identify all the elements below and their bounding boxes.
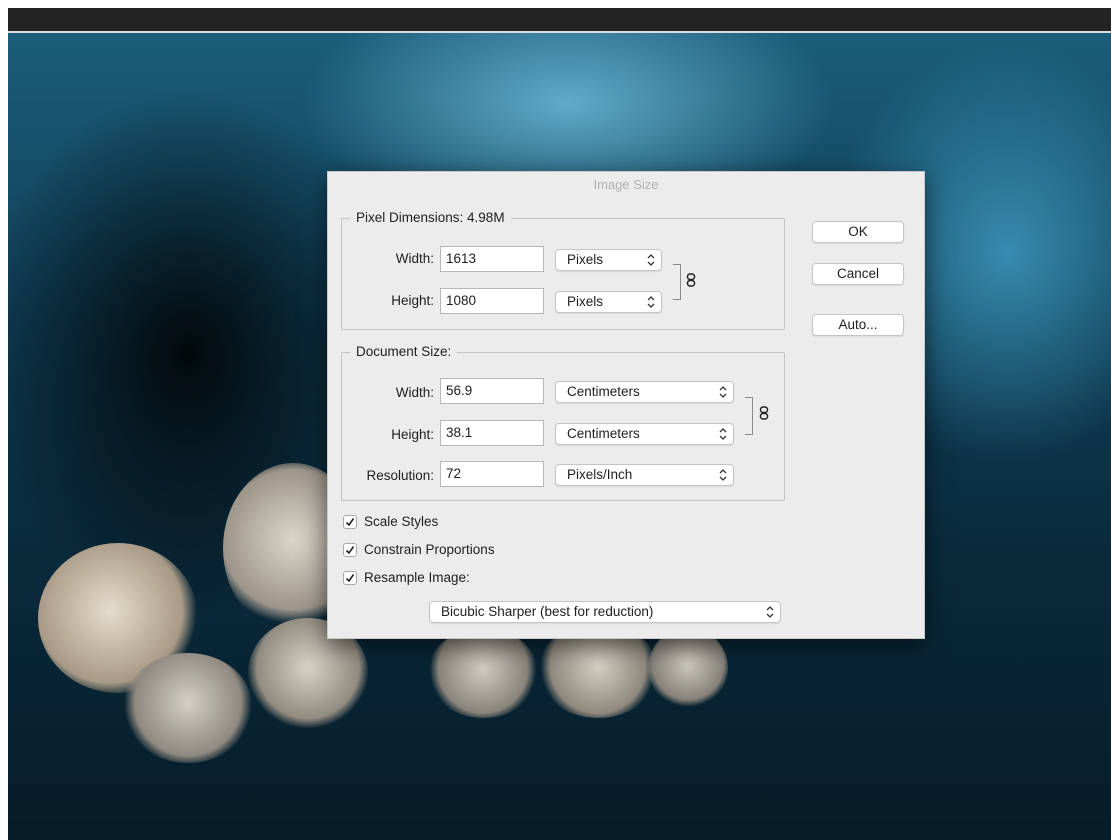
up-down-chevron-icon xyxy=(647,296,655,308)
up-down-chevron-icon xyxy=(719,428,727,440)
scale-styles-checkbox[interactable] xyxy=(343,515,357,529)
doc-height-input[interactable]: 38.1 xyxy=(440,420,544,446)
pixel-dimensions-legend: Pixel Dimensions: 4.98M xyxy=(350,210,511,225)
checkmark-icon xyxy=(345,518,355,527)
fish-shape xyxy=(123,653,253,763)
image-size-dialog: Image Size Pixel Dimensions: 4.98M Width… xyxy=(327,171,925,639)
pixel-dimensions-group: Pixel Dimensions: 4.98M xyxy=(341,210,785,330)
pixel-width-input[interactable]: 1613 xyxy=(440,246,544,272)
doc-link-bracket xyxy=(745,397,753,435)
pixel-width-label: Width: xyxy=(395,251,434,266)
up-down-chevron-icon xyxy=(766,606,774,618)
cancel-button[interactable]: Cancel xyxy=(812,263,904,285)
resample-image-checkbox[interactable] xyxy=(343,571,357,585)
scale-styles-label: Scale Styles xyxy=(364,514,439,529)
resolution-unit-select[interactable]: Pixels/Inch xyxy=(555,464,734,486)
fish-shape xyxy=(648,628,728,708)
pixel-height-input[interactable]: 1080 xyxy=(440,288,544,314)
resolution-unit-value: Pixels/Inch xyxy=(567,467,633,482)
up-down-chevron-icon xyxy=(719,386,727,398)
doc-height-label: Height: xyxy=(391,427,434,442)
doc-height-unit-value: Centimeters xyxy=(567,426,640,441)
checkmark-icon xyxy=(345,574,355,583)
ok-button[interactable]: OK xyxy=(812,221,904,243)
doc-width-input[interactable]: 56.9 xyxy=(440,378,544,404)
pixel-height-unit-select[interactable]: Pixels xyxy=(555,291,662,313)
app-title-bar xyxy=(8,8,1111,31)
dialog-title: Image Size xyxy=(593,177,659,192)
pixel-width-unit-select[interactable]: Pixels xyxy=(555,249,662,271)
chain-link-icon[interactable] xyxy=(686,273,696,287)
fish-shape xyxy=(428,628,538,718)
resolution-input[interactable]: 72 xyxy=(440,461,544,487)
pixel-height-label: Height: xyxy=(391,293,434,308)
doc-width-label: Width: xyxy=(395,385,434,400)
constrain-proportions-checkbox[interactable] xyxy=(343,543,357,557)
chain-link-icon[interactable] xyxy=(759,406,769,420)
auto-button[interactable]: Auto... xyxy=(812,314,904,336)
document-size-legend: Document Size: xyxy=(350,344,458,359)
up-down-chevron-icon xyxy=(647,254,655,266)
doc-width-unit-value: Centimeters xyxy=(567,384,640,399)
constrain-proportions-label: Constrain Proportions xyxy=(364,542,495,557)
doc-width-unit-select[interactable]: Centimeters xyxy=(555,381,734,403)
pixel-width-unit-value: Pixels xyxy=(567,252,604,267)
resample-image-label: Resample Image: xyxy=(364,570,470,585)
resolution-label: Resolution: xyxy=(366,468,434,483)
pixel-link-bracket xyxy=(673,264,681,300)
up-down-chevron-icon xyxy=(719,469,727,481)
pixel-height-unit-value: Pixels xyxy=(567,294,604,309)
checkmark-icon xyxy=(345,546,355,555)
resample-method-select[interactable]: Bicubic Sharper (best for reduction) xyxy=(429,601,781,623)
doc-height-unit-select[interactable]: Centimeters xyxy=(555,423,734,445)
resample-method-value: Bicubic Sharper (best for reduction) xyxy=(441,604,654,619)
